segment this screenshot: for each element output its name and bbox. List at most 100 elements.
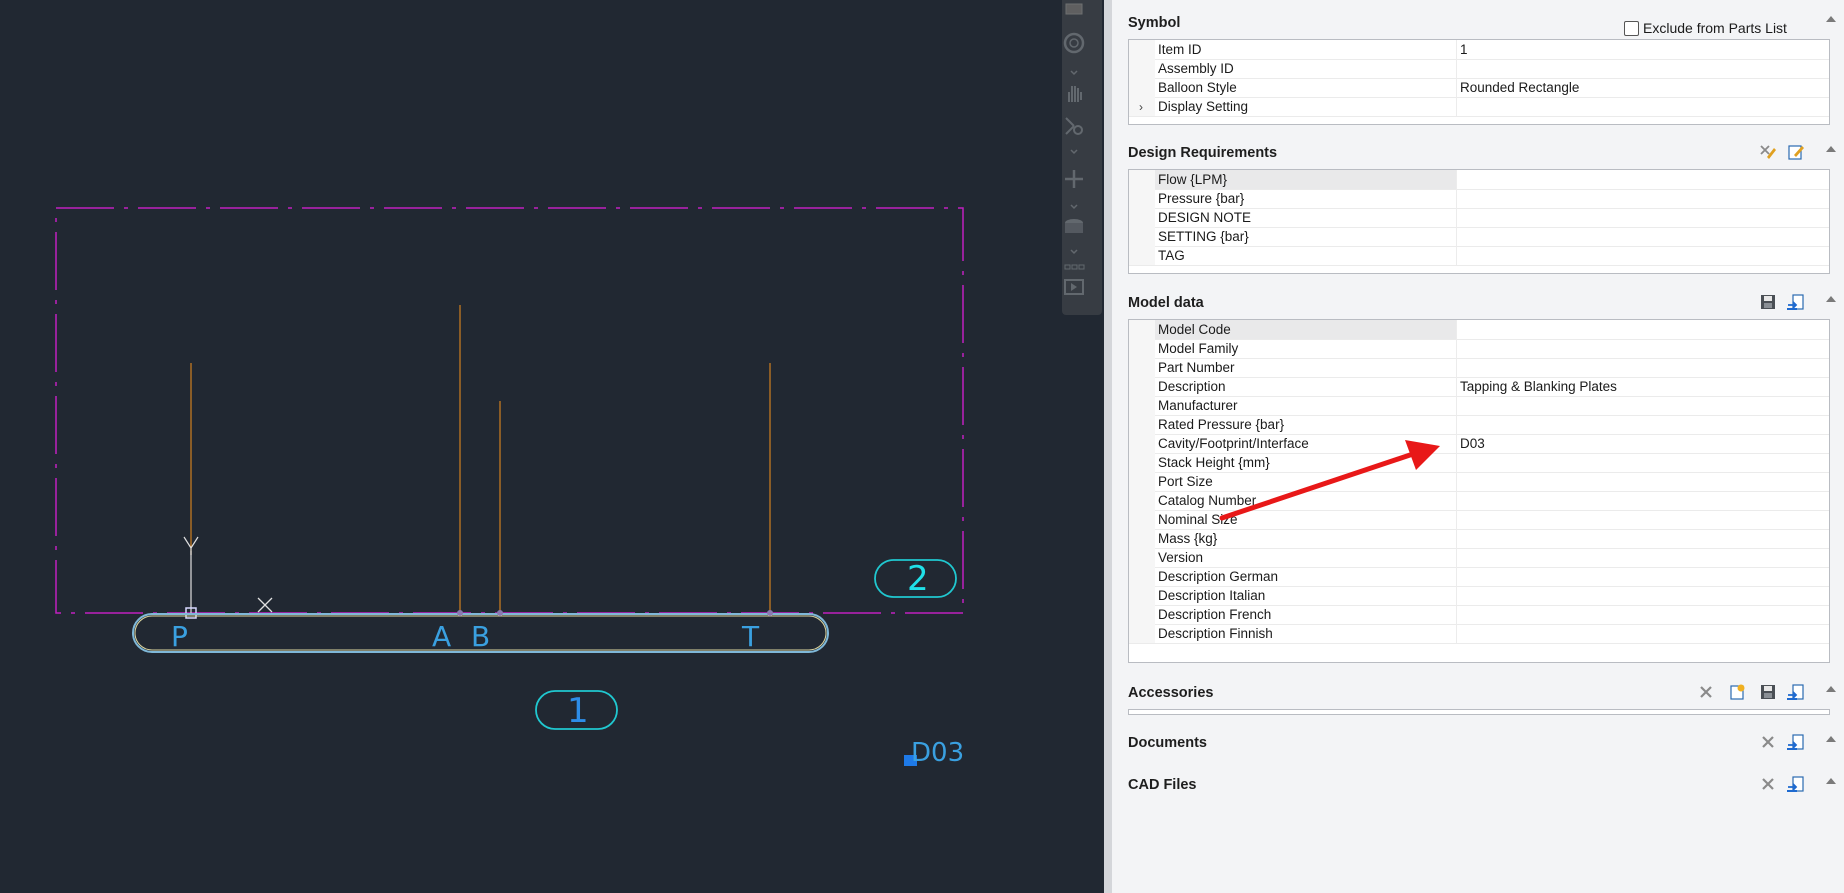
property-row[interactable]: Model Family <box>1129 339 1829 359</box>
design-requirements-header[interactable]: Design Requirements <box>1112 138 1844 166</box>
design-requirements-section: Design Requirements Flow {LPM} Pressure … <box>1112 138 1844 278</box>
delete-icon[interactable] <box>1758 733 1778 751</box>
property-row[interactable]: Description French <box>1129 605 1829 625</box>
property-row[interactable]: Rated Pressure {bar} <box>1129 415 1829 435</box>
collapse-icon[interactable] <box>1826 146 1836 152</box>
property-label: Model Code <box>1158 322 1231 337</box>
collapse-icon[interactable] <box>1826 296 1836 302</box>
port-node-a <box>457 610 463 616</box>
accessories-header[interactable]: Accessories <box>1112 678 1844 706</box>
property-value[interactable]: D03 <box>1460 436 1485 451</box>
property-label: SETTING {bar} <box>1158 229 1249 244</box>
collapse-icon[interactable] <box>1826 736 1836 742</box>
property-label: Description <box>1158 379 1226 394</box>
documents-header[interactable]: Documents <box>1112 728 1844 756</box>
property-row[interactable]: Description Tapping & Blanking Plates <box>1129 377 1829 397</box>
save-icon[interactable] <box>1758 683 1778 701</box>
collapse-icon[interactable] <box>1826 16 1836 22</box>
property-row-flow[interactable]: Flow {LPM} <box>1129 170 1829 190</box>
property-row[interactable]: Version <box>1129 548 1829 568</box>
property-row[interactable]: Mass {kg} <box>1129 529 1829 549</box>
property-row-setting[interactable]: SETTING {bar} <box>1129 227 1829 247</box>
chevron-down-icon[interactable] <box>1062 140 1086 164</box>
property-row-item-id[interactable]: Item ID 1 <box>1129 40 1829 60</box>
section-title: Model data <box>1128 295 1204 311</box>
property-row[interactable]: Part Number <box>1129 358 1829 378</box>
view-cube-icon[interactable] <box>1062 0 1086 24</box>
cad-files-section: CAD Files <box>1112 770 1844 800</box>
property-row-balloon-style[interactable]: Balloon Style Rounded Rectangle <box>1129 78 1829 98</box>
property-row-display-setting[interactable]: › Display Setting <box>1129 97 1829 117</box>
collapse-icon[interactable] <box>1826 686 1836 692</box>
drawing-svg[interactable]: P A B T 2 1 D03 <box>0 0 1104 893</box>
import-document-icon[interactable] <box>1786 775 1806 793</box>
import-document-icon[interactable] <box>1786 733 1806 751</box>
property-row[interactable]: Manufacturer <box>1129 396 1829 416</box>
cad-files-header[interactable]: CAD Files <box>1112 770 1844 798</box>
property-label: Balloon Style <box>1158 80 1237 95</box>
import-document-icon[interactable] <box>1786 293 1806 311</box>
accessories-grid <box>1128 709 1830 715</box>
symbol-header[interactable]: Symbol Exclude from Parts List <box>1112 8 1844 36</box>
exclude-parts-list-label[interactable]: Exclude from Parts List <box>1643 20 1787 36</box>
zoom-extents-icon[interactable] <box>1062 114 1086 138</box>
documents-section: Documents <box>1112 728 1844 758</box>
property-row-pressure[interactable]: Pressure {bar} <box>1129 189 1829 209</box>
model-data-header[interactable]: Model data <box>1112 288 1844 316</box>
property-label: Pressure {bar} <box>1158 191 1245 206</box>
property-row[interactable]: Description Italian <box>1129 586 1829 606</box>
property-value[interactable]: Rounded Rectangle <box>1460 80 1579 95</box>
section-title: Documents <box>1128 735 1207 751</box>
property-row[interactable]: Catalog Number <box>1129 491 1829 511</box>
property-row[interactable]: Stack Height {mm} <box>1129 453 1829 473</box>
property-label: Flow {LPM} <box>1158 172 1228 187</box>
save-icon[interactable] <box>1758 293 1778 311</box>
balloon-2-label: 2 <box>907 559 929 599</box>
port-label-b: B <box>471 620 490 653</box>
play-icon[interactable] <box>1062 276 1086 300</box>
property-label: Mass {kg} <box>1158 531 1218 546</box>
property-value[interactable]: 1 <box>1460 42 1468 57</box>
symbol-section: Symbol Exclude from Parts List Item ID 1 … <box>1112 8 1844 128</box>
property-row[interactable]: Nominal Size <box>1129 510 1829 530</box>
property-row[interactable]: Model Code <box>1129 320 1829 340</box>
property-row-assembly-id[interactable]: Assembly ID <box>1129 59 1829 79</box>
drawing-canvas[interactable]: P A B T 2 1 D03 <box>0 0 1104 893</box>
import-document-icon[interactable] <box>1786 683 1806 701</box>
ucs-x-icon <box>257 597 273 613</box>
model-data-section: Model data Model Code Model Family Part … <box>1112 288 1844 668</box>
property-value[interactable]: Tapping & Blanking Plates <box>1460 379 1617 394</box>
panel-splitter[interactable] <box>1104 0 1112 893</box>
property-label: TAG <box>1158 248 1185 263</box>
property-label: DESIGN NOTE <box>1158 210 1252 225</box>
delete-icon[interactable] <box>1758 775 1778 793</box>
exclude-parts-list-checkbox[interactable] <box>1624 21 1639 36</box>
edit-sheet-icon[interactable] <box>1786 143 1806 161</box>
interface-label[interactable]: D03 <box>911 738 964 768</box>
navigation-toolbar <box>1062 0 1102 315</box>
delete-icon[interactable] <box>1696 683 1716 701</box>
show-motion-icon[interactable] <box>1062 215 1086 239</box>
property-row[interactable]: Description German <box>1129 567 1829 587</box>
property-label: Cavity/Footprint/Interface <box>1158 436 1309 451</box>
port-label-a: A <box>432 620 451 653</box>
property-row-tag[interactable]: TAG <box>1129 246 1829 266</box>
property-label: Nominal Size <box>1158 512 1238 527</box>
port-label-t: T <box>741 620 760 653</box>
port-node-b <box>497 610 503 616</box>
property-label: Description Finnish <box>1158 626 1273 641</box>
orbit-icon[interactable] <box>1062 167 1086 191</box>
property-row[interactable]: Cavity/Footprint/Interface D03 <box>1129 434 1829 454</box>
property-label: Manufacturer <box>1158 398 1238 413</box>
collapse-icon[interactable] <box>1826 778 1836 784</box>
property-label: Assembly ID <box>1158 61 1234 76</box>
property-row[interactable]: Description Finnish <box>1129 624 1829 644</box>
property-row[interactable]: Port Size <box>1129 472 1829 492</box>
chevron-right-icon[interactable]: › <box>1139 100 1143 114</box>
new-item-icon[interactable] <box>1727 683 1747 701</box>
symbol-boundary[interactable] <box>55 207 964 614</box>
property-row-design-note[interactable]: DESIGN NOTE <box>1129 208 1829 228</box>
pan-hand-icon[interactable] <box>1062 82 1086 106</box>
steering-wheel-icon[interactable] <box>1062 31 1086 55</box>
clear-edit-icon[interactable] <box>1758 143 1778 161</box>
